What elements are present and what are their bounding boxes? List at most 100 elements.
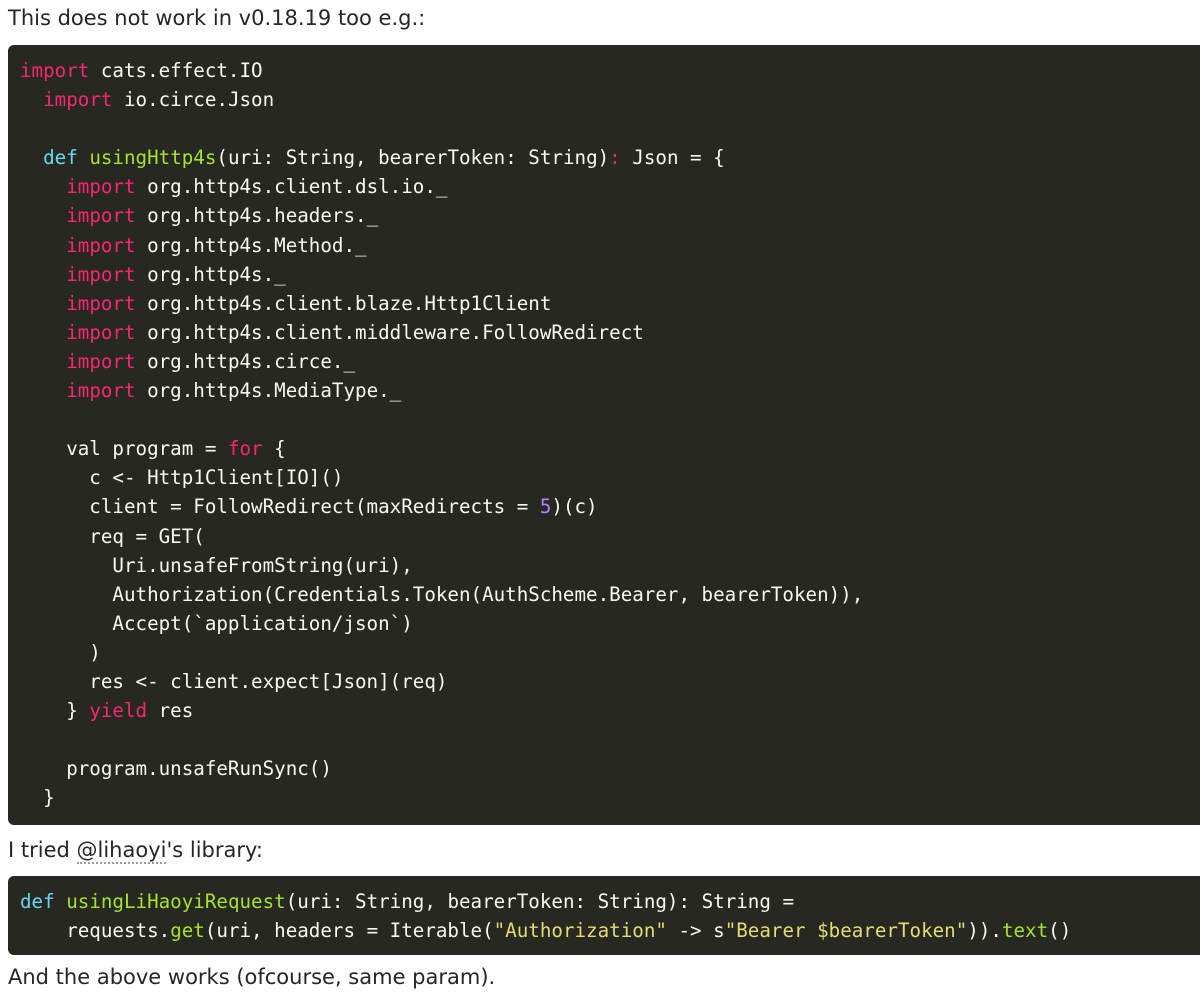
mention-suffix: 's library: [166, 838, 263, 862]
code-token: )). [967, 919, 1002, 943]
code-token: import [66, 349, 136, 373]
code-token: -> s [666, 919, 725, 943]
code-token: usingHttp4s [89, 146, 217, 170]
code-line: requests.get(uri, headers = Iterable("Au… [20, 916, 1200, 945]
code-token: (uri: String, bearerToken: String) [216, 146, 610, 170]
outro-text: And the above works (ofcourse, same para… [8, 965, 496, 989]
code-line: res <- client.expect[Json](req) [20, 667, 1200, 696]
code-line: val program = for { [20, 434, 1200, 463]
code-token: ) [20, 640, 101, 664]
code-token: org.http4s.circe._ [135, 349, 356, 373]
code-token: import [66, 204, 136, 228]
code-token: org.http4s.client.dsl.io._ [135, 175, 448, 199]
code-token: import [66, 175, 136, 199]
code-token: org.http4s.MediaType._ [135, 379, 402, 403]
code-token: { [262, 437, 286, 461]
code-line: import org.http4s.Method._ [20, 231, 1200, 260]
code-token: program.unsafeRunSync() [20, 757, 332, 781]
code-token: 5 [539, 495, 552, 519]
code-token: () [1048, 919, 1072, 943]
code-line: import org.http4s.headers._ [20, 201, 1200, 230]
code-line: Accept(`application/json`) [20, 609, 1200, 638]
code-token: org.http4s.client.middleware.FollowRedir… [135, 320, 644, 344]
user-mention-link[interactable]: @lihaoyi [76, 838, 167, 864]
code-token: import [66, 262, 136, 286]
code-token: cats.effect.IO [89, 59, 263, 82]
code-line: Authorization(Credentials.Token(AuthSche… [20, 580, 1200, 609]
code-line: client = FollowRedirect(maxRedirects = 5… [20, 492, 1200, 521]
code-token: res [147, 699, 194, 723]
code-token: Accept(`application/json`) [20, 611, 413, 635]
code-line: } [20, 783, 1200, 812]
code-token: usingLiHaoyiRequest [66, 890, 286, 913]
code-line: Uri.unsafeFromString(uri), [20, 551, 1200, 580]
code-token: val program = [20, 437, 228, 461]
code-token: )(c) [551, 495, 598, 519]
code-line: import org.http4s.circe._ [20, 347, 1200, 376]
code-token: import [66, 291, 136, 315]
code-line: import org.http4s.client.middleware.Foll… [20, 318, 1200, 347]
code-token: org.http4s.Method._ [135, 233, 367, 257]
code-token: org.http4s.headers._ [135, 204, 379, 228]
code-token: yield [89, 699, 148, 723]
code-line: import io.circe.Json [20, 85, 1200, 114]
code-token: } [20, 786, 55, 810]
code-line: import org.http4s._ [20, 260, 1200, 289]
code-line: ) [20, 638, 1200, 667]
code-token: import [20, 59, 90, 82]
code-line: import cats.effect.IO [20, 56, 1200, 85]
code-token: io.circe.Json [112, 88, 275, 112]
code-token: } [20, 699, 90, 723]
code-token: for [227, 437, 263, 461]
code-line: import org.http4s.MediaType._ [20, 376, 1200, 405]
code-token: Uri.unsafeFromString(uri), [20, 553, 413, 577]
code-token: text [1001, 919, 1049, 943]
code-token: req = GET( [20, 524, 205, 548]
code-token: (uri: String, bearerToken: String): Stri… [285, 890, 795, 913]
code-token: requests. [20, 919, 171, 943]
code-block-requests: def usingLiHaoyiRequest(uri: String, bea… [8, 876, 1200, 955]
code-block-http4s: import cats.effect.IO import io.circe.Js… [8, 45, 1200, 825]
code-line: def usingHttp4s(uri: String, bearerToken… [20, 143, 1200, 172]
code-line: req = GET( [20, 522, 1200, 551]
code-line: import org.http4s.client.blaze.Http1Clie… [20, 289, 1200, 318]
mention-prefix: I tried [8, 838, 77, 862]
code-token: "Bearer $bearerToken" [724, 919, 968, 943]
code-token: c <- Http1Client[IO]() [20, 466, 344, 490]
code-token: import [66, 320, 136, 344]
code-token: Authorization(Credentials.Token(AuthSche… [20, 582, 864, 606]
code-token: def [20, 890, 55, 913]
code-token: client = FollowRedirect(maxRedirects = [20, 495, 540, 519]
code-token: "Authorization" [493, 919, 667, 943]
code-token: org.http4s.client.blaze.Http1Client [135, 291, 552, 315]
code-token: import [66, 233, 136, 257]
code-token: res <- client.expect[Json](req) [20, 669, 448, 693]
code-token: : [609, 146, 621, 170]
code-token: Json = { [620, 146, 725, 170]
code-line: } yield res [20, 696, 1200, 725]
code-token: import [66, 379, 136, 403]
code-line: def usingLiHaoyiRequest(uri: String, bea… [20, 887, 1200, 916]
mention-paragraph: I tried @lihaoyi's library: [8, 836, 263, 864]
code-line: program.unsafeRunSync() [20, 754, 1200, 783]
code-token: import [43, 88, 113, 112]
intro-text: This does not work in v0.18.19 too e.g.: [8, 6, 426, 30]
code-line: c <- Http1Client[IO]() [20, 463, 1200, 492]
code-token: (uri, headers = Iterable( [204, 919, 494, 943]
code-line: import org.http4s.client.dsl.io._ [20, 172, 1200, 201]
code-token: get [170, 919, 205, 943]
